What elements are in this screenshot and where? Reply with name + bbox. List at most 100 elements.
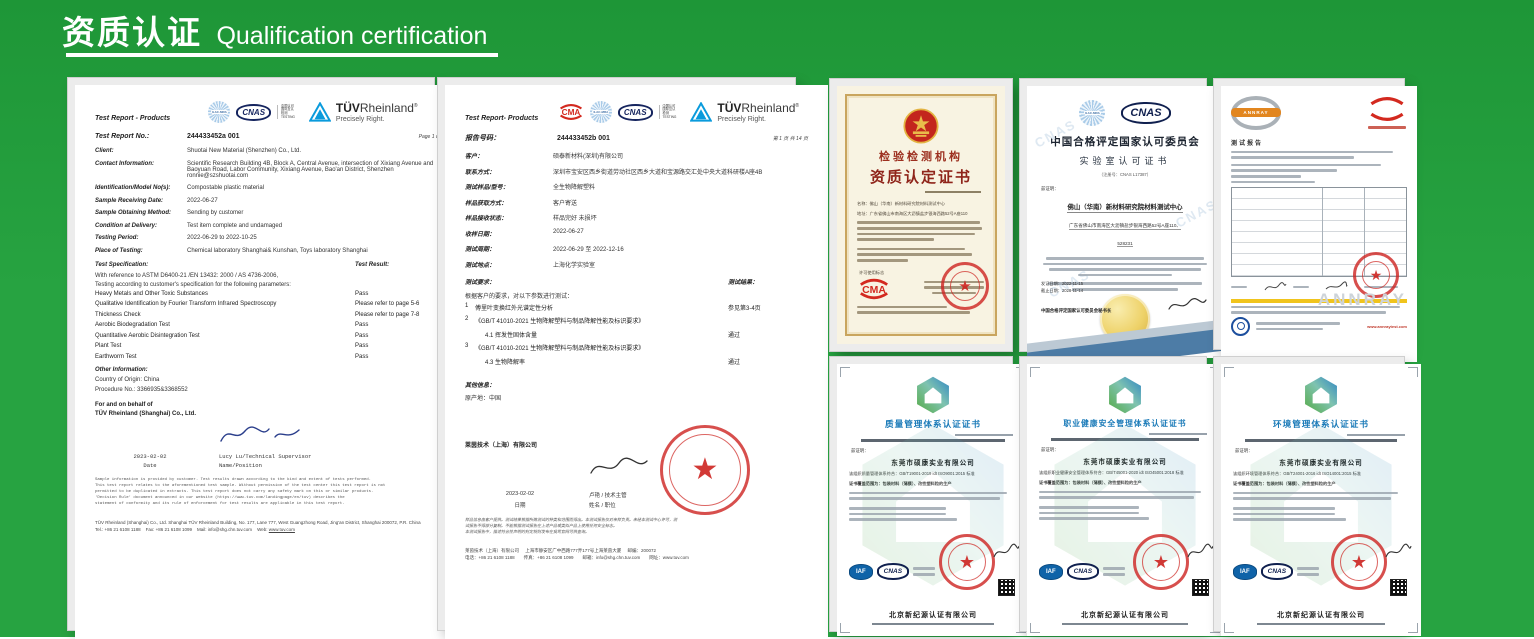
certificate-iso-quality[interactable]: 质量管理体系认证证书 兹证明： 东莞市硕康实业有限公司 该组织质量管理体系符合：… — [830, 357, 1012, 631]
report-no-value: 244433452a 001 — [187, 133, 240, 140]
fine-print: Sample information is provided by custom… — [95, 477, 447, 507]
cert-title: 实验室认可证书 — [1039, 154, 1211, 167]
certificate-tuv-test-report-zh[interactable]: Test Report- Products CMA ILAC-MRA CNAS … — [438, 78, 795, 630]
ilac-label: ILAC-MRA — [592, 110, 609, 114]
field-value: 2022-06-29 至 2022-12-16 — [553, 244, 808, 253]
result-header: Test Result: — [355, 262, 447, 268]
field-value: 2022-06-27 — [187, 198, 447, 204]
field-value: Test item complete and undamaged — [187, 223, 447, 229]
header-fields — [1231, 164, 1407, 183]
certificate-tuv-test-report-en[interactable]: Test Report - Products ILAC-MRA CNAS 中国认… — [68, 78, 434, 630]
contact-email: ronnie@szshuotai.com — [187, 173, 248, 179]
accreditation-logos: IAF CNAS — [1233, 563, 1319, 580]
item-result: 参见第3-4页 — [728, 303, 808, 312]
item-no: 3 — [465, 343, 475, 352]
signature-icon — [991, 542, 1021, 562]
signature-icon — [1383, 542, 1413, 562]
item-name: 《GB/T 41010-2021 生物降解塑料与制品降解性能及标识要求》 — [475, 343, 808, 352]
spec-header: Test Specification: — [95, 262, 148, 268]
spec-name: Aerobic Biodegradation Test — [95, 322, 355, 328]
spec-name: Thickness Check — [95, 312, 355, 318]
field-value: 硕泰新材料(深圳)有限公司 — [553, 151, 808, 160]
page-count: 第 1 页 共 14 页 — [773, 135, 808, 142]
certificate-cnas-laboratory[interactable]: CNAS CNAS CNAS ILAC-MRA CNAS 中国合格评定国家认可委… — [1020, 79, 1206, 351]
field-value: 客户寄送 — [553, 198, 808, 207]
expire-date: 截止日期：2028-11-14 — [1041, 287, 1083, 294]
item-result: 通过 — [728, 357, 808, 366]
footer-fax: Fax: +86 21 6108 1099 — [146, 527, 192, 532]
national-emblem-icon — [903, 108, 939, 144]
report-title: 测试报告 — [1231, 138, 1407, 147]
sign-date: 2023-02-02 — [465, 491, 575, 499]
annray-url: www.annraytest.com — [1367, 324, 1407, 329]
certificate-iso-environment[interactable]: 环境管理体系认证证书 兹证明： 东莞市硕康实业有限公司 该组织环境管理体系符合：… — [1214, 357, 1404, 631]
spec-result: Pass — [355, 333, 447, 339]
origin-line: 原产地：中国 — [465, 393, 808, 402]
sign-date: 2023-02-02 — [95, 453, 205, 460]
other-info-label: Other Information: — [95, 367, 447, 373]
annray-footer-logo-icon — [1231, 317, 1250, 336]
field-label: 样品获取方式： — [465, 198, 553, 207]
ilac-mra-icon: ILAC-MRA — [1079, 100, 1105, 126]
field-value: 样品完好 未损坏 — [553, 213, 808, 222]
qualification-section: 资质认证 Qualification certification Test Re… — [0, 0, 1534, 637]
field-label: 样品接收状态： — [465, 213, 553, 222]
signature-icon — [585, 455, 655, 481]
field-label: 客户： — [465, 151, 553, 160]
title-underline — [66, 53, 498, 57]
certificate-iso-ohs[interactable]: 职业健康安全管理体系认证证书 兹证明： 东莞市硕康实业有限公司 该组织职业健康安… — [1020, 357, 1206, 631]
issuer-name: 北京新纪源认证有限公司 — [1027, 610, 1223, 620]
field-label: 联系方式： — [465, 167, 553, 176]
field-label: Client: — [95, 148, 187, 154]
ilac-label: ILAC-MRA — [1084, 111, 1101, 115]
field-label: Sample Receiving Date: — [95, 198, 187, 204]
tuv-tagline: Precisely Right. — [717, 116, 799, 123]
tuv-brand-bold: TÜV — [717, 101, 741, 115]
tuv-rheinland-logo: TÜVRheinland® Precisely Right. — [690, 101, 799, 123]
field-label: Testing Period: — [95, 235, 187, 241]
section-header: 资质认证 Qualification certification — [62, 6, 487, 54]
annray-logo: ANNRAY — [1231, 96, 1281, 130]
field-label: 收样日期： — [465, 229, 553, 238]
report-page-en: Test Report - Products ILAC-MRA CNAS 中国认… — [75, 85, 467, 639]
issue-date: 发证日期：2022-11-15 — [1041, 280, 1083, 287]
signature-icon — [1165, 296, 1209, 314]
report-footer: TÜV Rheinland (Shanghai) Co., Ltd. Shang… — [95, 519, 447, 533]
issuer-name: 北京新纪源认证有限公司 — [1221, 610, 1421, 620]
qr-code — [998, 579, 1015, 596]
certificate-annray-test-report[interactable]: ANNRAY 测试报告 — [1214, 79, 1404, 349]
spec-result: Pass — [355, 343, 447, 349]
spec-name: Plant Test — [95, 343, 355, 349]
spec-result: Please refer to page 7-8 — [355, 312, 447, 318]
org-address-line: 地址：广东省佛山市南海区大沥镇盐步银海西路52号A座110 — [857, 211, 985, 217]
cma-cert-page: 检验检测机构 资质认定证书 名称：佛山（华南）新材料研究院材料测试中心 地址：广… — [837, 86, 1005, 344]
issuing-company: 莱茵技术（上海）有限公司 — [465, 442, 808, 451]
accreditation-text: 中国认可 国际互认 检测 TESTING — [659, 105, 677, 120]
footer-mail: Mail: info@shg.chn.tuv.com — [197, 527, 252, 532]
field-label: Condition at Delivery: — [95, 223, 187, 229]
item-sub: 4.3 生物降解率 — [475, 357, 728, 366]
svg-text:CMA: CMA — [562, 108, 581, 117]
mini-line: TESTING — [281, 116, 295, 120]
tuv-triangle-icon — [690, 102, 712, 122]
validity-dates: 发证日期：2022-11-15 截止日期：2028-11-14 — [1041, 280, 1083, 294]
field-value: Sending by customer — [187, 210, 447, 216]
page-title-zh: 资质认证 — [62, 14, 202, 51]
field-value: 深圳市宝安区西乡街道劳动社区西乡大道和宝源路交汇处中央大道科研楼A座4B — [553, 167, 808, 176]
certificate-cma-qualification[interactable]: 检验检测机构 资质认定证书 名称：佛山（华南）新材料研究院材料测试中心 地址：广… — [830, 79, 1012, 351]
field-label: Place of Testing: — [95, 248, 187, 254]
iaf-icon: IAF — [849, 564, 873, 580]
cma-cert-body: 名称：佛山（华南）新材料研究院材料测试中心 地址：广东省佛山市南海区大沥镇盐步银… — [857, 201, 985, 261]
accreditation-logos: IAF CNAS — [1039, 563, 1125, 580]
tuv-tagline: Precisely Right. — [336, 116, 418, 123]
tuv-brand: Rheinland — [360, 101, 414, 115]
spec-result: Pass — [355, 322, 447, 328]
cnas-icon: CNAS — [877, 563, 909, 580]
date-label: Date — [95, 462, 205, 469]
field-value: 2022-06-29 to 2022-10-25 — [187, 235, 447, 241]
footer-web-label: Web: — [257, 527, 267, 532]
cert-number-line — [925, 191, 981, 193]
result-header: 测试结果： — [728, 277, 808, 286]
cnas-label: CNAS — [242, 108, 265, 117]
cma-icon: CMA — [857, 278, 891, 300]
